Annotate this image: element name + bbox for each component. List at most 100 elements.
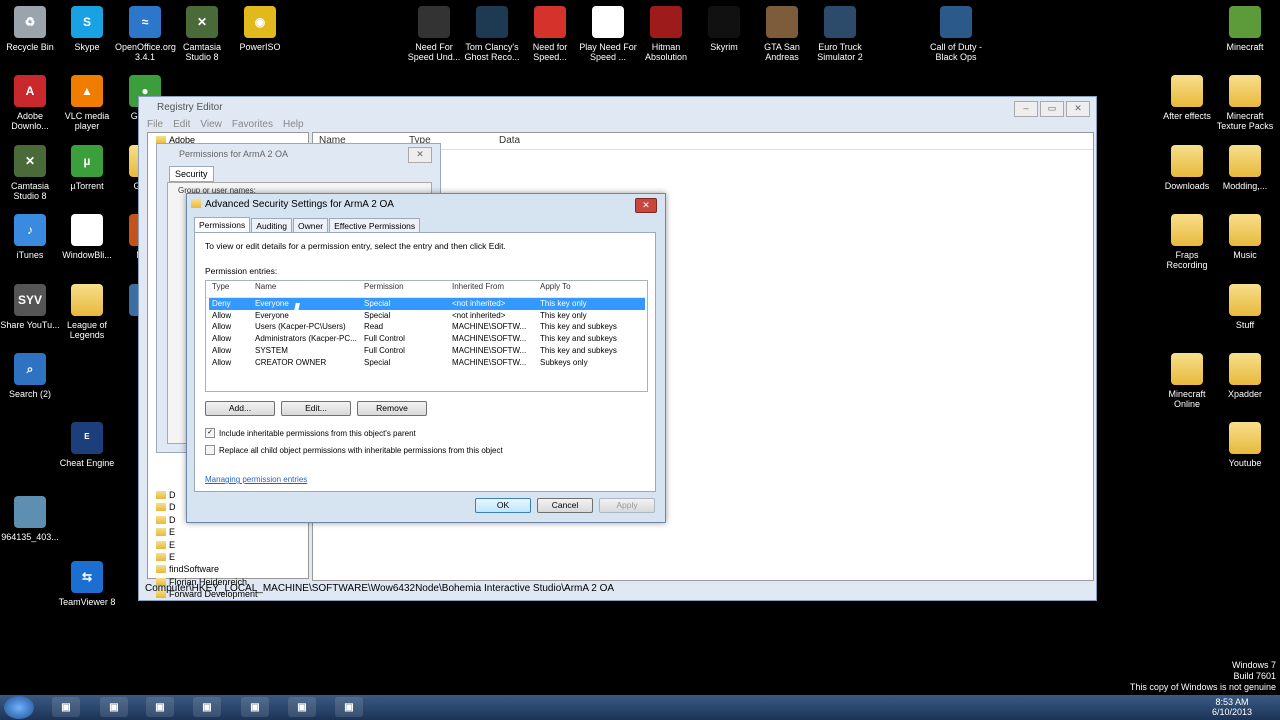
- table-row[interactable]: Allow Users (Kacper-PC\Users) Read MACHINE\…: [209, 321, 645, 333]
- tree-item[interactable]: E: [156, 552, 175, 562]
- permission-entries-table[interactable]: Type Name Permission Inherited From Appl…: [205, 280, 648, 392]
- entries-label: Permission entries:: [205, 266, 278, 276]
- column-inherited-from[interactable]: Inherited From: [452, 281, 536, 293]
- tree-item[interactable]: D: [156, 515, 176, 525]
- tree-item-label: findSoftware: [169, 564, 220, 575]
- clock[interactable]: 8:53 AM 6/10/2013: [1212, 697, 1252, 717]
- desktop-shortcut[interactable]: Stuff: [1215, 284, 1275, 330]
- desktop-shortcut[interactable]: Youtube: [1215, 422, 1275, 468]
- column-type[interactable]: Type: [212, 281, 252, 293]
- tab-owner[interactable]: Owner: [293, 218, 329, 233]
- desktop-shortcut[interactable]: Hitman Absolution: [636, 6, 696, 62]
- maximize-button[interactable]: ▭: [1040, 101, 1064, 117]
- close-button[interactable]: ✕: [408, 147, 432, 163]
- desktop-shortcut[interactable]: Skyrim: [694, 6, 754, 52]
- taskbar-app-button[interactable]: ▣: [52, 697, 80, 717]
- taskbar-app-button[interactable]: ▣: [100, 697, 128, 717]
- desktop-shortcut[interactable]: ◉ PowerISO: [230, 6, 290, 52]
- desktop-shortcut[interactable]: Music: [1215, 214, 1275, 260]
- column-name[interactable]: Name: [255, 281, 359, 293]
- table-cell: MACHINE\SOFTW...: [452, 334, 527, 344]
- start-button[interactable]: [4, 696, 34, 719]
- table-row[interactable]: Allow CREATOR OWNER Special MACHINE\SOFTW..…: [209, 357, 645, 369]
- desktop-shortcut[interactable]: ⇆ TeamViewer 8: [57, 561, 117, 607]
- ok-button[interactable]: OK: [475, 498, 531, 513]
- menu-item[interactable]: Help: [283, 119, 304, 130]
- desktop-shortcut[interactable]: Minecraft Online: [1157, 353, 1217, 409]
- tree-item-label: D: [169, 490, 176, 500]
- tab-effective-permissions[interactable]: Effective Permissions: [329, 218, 421, 233]
- add-button[interactable]: Add...: [205, 401, 275, 416]
- desktop-shortcut[interactable]: Euro Truck Simulator 2: [810, 6, 870, 62]
- table-row[interactable]: Allow Everyone Special <not inherited> This …: [209, 310, 645, 322]
- desktop-shortcut[interactable]: ▦ WindowBli...: [57, 214, 117, 260]
- cancel-button[interactable]: Cancel: [537, 498, 593, 513]
- table-row[interactable]: Allow Administrators (Kacper-PC... Full Co…: [209, 333, 645, 345]
- desktop-shortcut[interactable]: Need for Speed...: [520, 6, 580, 62]
- close-button[interactable]: ✕: [635, 198, 657, 213]
- tab-security[interactable]: Security: [169, 166, 214, 182]
- tree-item[interactable]: D: [156, 502, 176, 512]
- desktop-shortcut[interactable]: ≈ OpenOffice.org 3.4.1: [115, 6, 176, 62]
- tree-item[interactable]: findSoftware: [156, 564, 219, 574]
- apply-button[interactable]: Apply: [599, 498, 655, 513]
- desktop-shortcut[interactable]: ✕ Camtasia Studio 8: [0, 145, 60, 201]
- desktop-shortcut[interactable]: Minecraft Texture Packs: [1215, 75, 1275, 131]
- minimize-button[interactable]: –: [1014, 101, 1038, 117]
- desktop-shortcut[interactable]: ▲ VLC media player: [57, 75, 117, 131]
- desktop-shortcut[interactable]: Xpadder: [1215, 353, 1275, 399]
- column-permission[interactable]: Permission: [364, 281, 448, 293]
- desktop-shortcut[interactable]: Modding,...: [1215, 145, 1275, 191]
- close-button[interactable]: ✕: [1066, 101, 1090, 117]
- desktop-shortcut[interactable]: Tom Clancy's Ghost Reco...: [462, 6, 522, 62]
- taskbar-app-button[interactable]: ▣: [288, 697, 316, 717]
- tree-item[interactable]: D: [156, 490, 176, 500]
- managing-permissions-link[interactable]: Managing permission entries: [205, 475, 307, 484]
- shortcut-label: Share YouTu...: [0, 320, 60, 330]
- clock-date: 6/10/2013: [1211, 707, 1252, 717]
- desktop-shortcut[interactable]: Fraps Recording: [1157, 214, 1217, 270]
- desktop-shortcut[interactable]: ✕ Camtasia Studio 8: [172, 6, 232, 62]
- desktop-shortcut[interactable]: League of Legends: [57, 284, 117, 340]
- desktop-shortcut[interactable]: S Skype: [57, 6, 117, 52]
- menu-item[interactable]: View: [200, 119, 222, 130]
- desktop-shortcut[interactable]: SYV Share YouTu...: [0, 284, 60, 330]
- menu-item[interactable]: File: [147, 119, 163, 130]
- replace-child-checkbox[interactable]: Replace all child object permissions wit…: [205, 445, 503, 455]
- remove-button[interactable]: Remove: [357, 401, 427, 416]
- column-apply-to[interactable]: Apply To: [540, 281, 644, 293]
- checkbox-box[interactable]: [205, 445, 215, 455]
- desktop-shortcut[interactable]: µ µTorrent: [57, 145, 117, 191]
- intro-text: To view or edit details for a permission…: [205, 241, 506, 251]
- edit-button[interactable]: Edit...: [281, 401, 351, 416]
- tab-permissions[interactable]: Permissions: [194, 217, 251, 232]
- desktop-shortcut[interactable]: ♪ iTunes: [0, 214, 60, 260]
- tab-auditing[interactable]: Auditing: [251, 218, 293, 233]
- table-row[interactable]: Allow SYSTEM Full Control MACHINE\SOFTW... T…: [209, 345, 645, 357]
- desktop-shortcut[interactable]: ᴱ Cheat Engine: [57, 422, 117, 468]
- taskbar-app-button[interactable]: ▣: [335, 697, 363, 717]
- desktop-shortcut[interactable]: After effects: [1157, 75, 1217, 121]
- include-inheritable-checkbox[interactable]: ✓ Include inheritable permissions from t…: [205, 428, 416, 438]
- column-data[interactable]: Data: [499, 133, 520, 149]
- table-row[interactable]: Deny Everyone Special <not inherited> This k…: [209, 298, 645, 310]
- taskbar-app-button[interactable]: ▣: [146, 697, 174, 717]
- checkbox-box[interactable]: ✓: [205, 428, 215, 438]
- desktop-shortcut[interactable]: ♻ Recycle Bin: [0, 6, 60, 52]
- desktop-shortcut[interactable]: Minecraft: [1215, 6, 1275, 52]
- desktop-shortcut[interactable]: 964135_403...: [0, 496, 60, 542]
- taskbar-app-button[interactable]: ▣: [193, 697, 221, 717]
- tree-item[interactable]: E: [156, 540, 175, 550]
- desktop-shortcut[interactable]: A Adobe Downlo...: [0, 75, 60, 131]
- taskbar-app-button[interactable]: ▣: [241, 697, 269, 717]
- advanced-security-dialog[interactable]: Advanced Security Settings for ArmA 2 OA…: [186, 193, 666, 523]
- desktop-shortcut[interactable]: Play Need For Speed ...: [578, 6, 638, 62]
- menu-item[interactable]: Edit: [173, 119, 190, 130]
- tree-item[interactable]: E: [156, 527, 175, 537]
- desktop-shortcut[interactable]: GTA San Andreas: [752, 6, 812, 62]
- menu-item[interactable]: Favorites: [232, 119, 273, 130]
- desktop-shortcut[interactable]: Need For Speed Und...: [404, 6, 464, 62]
- desktop-shortcut[interactable]: Call of Duty - Black Ops: [926, 6, 986, 62]
- desktop-shortcut[interactable]: ⌕ Search (2): [0, 353, 60, 399]
- desktop-shortcut[interactable]: Downloads: [1157, 145, 1217, 191]
